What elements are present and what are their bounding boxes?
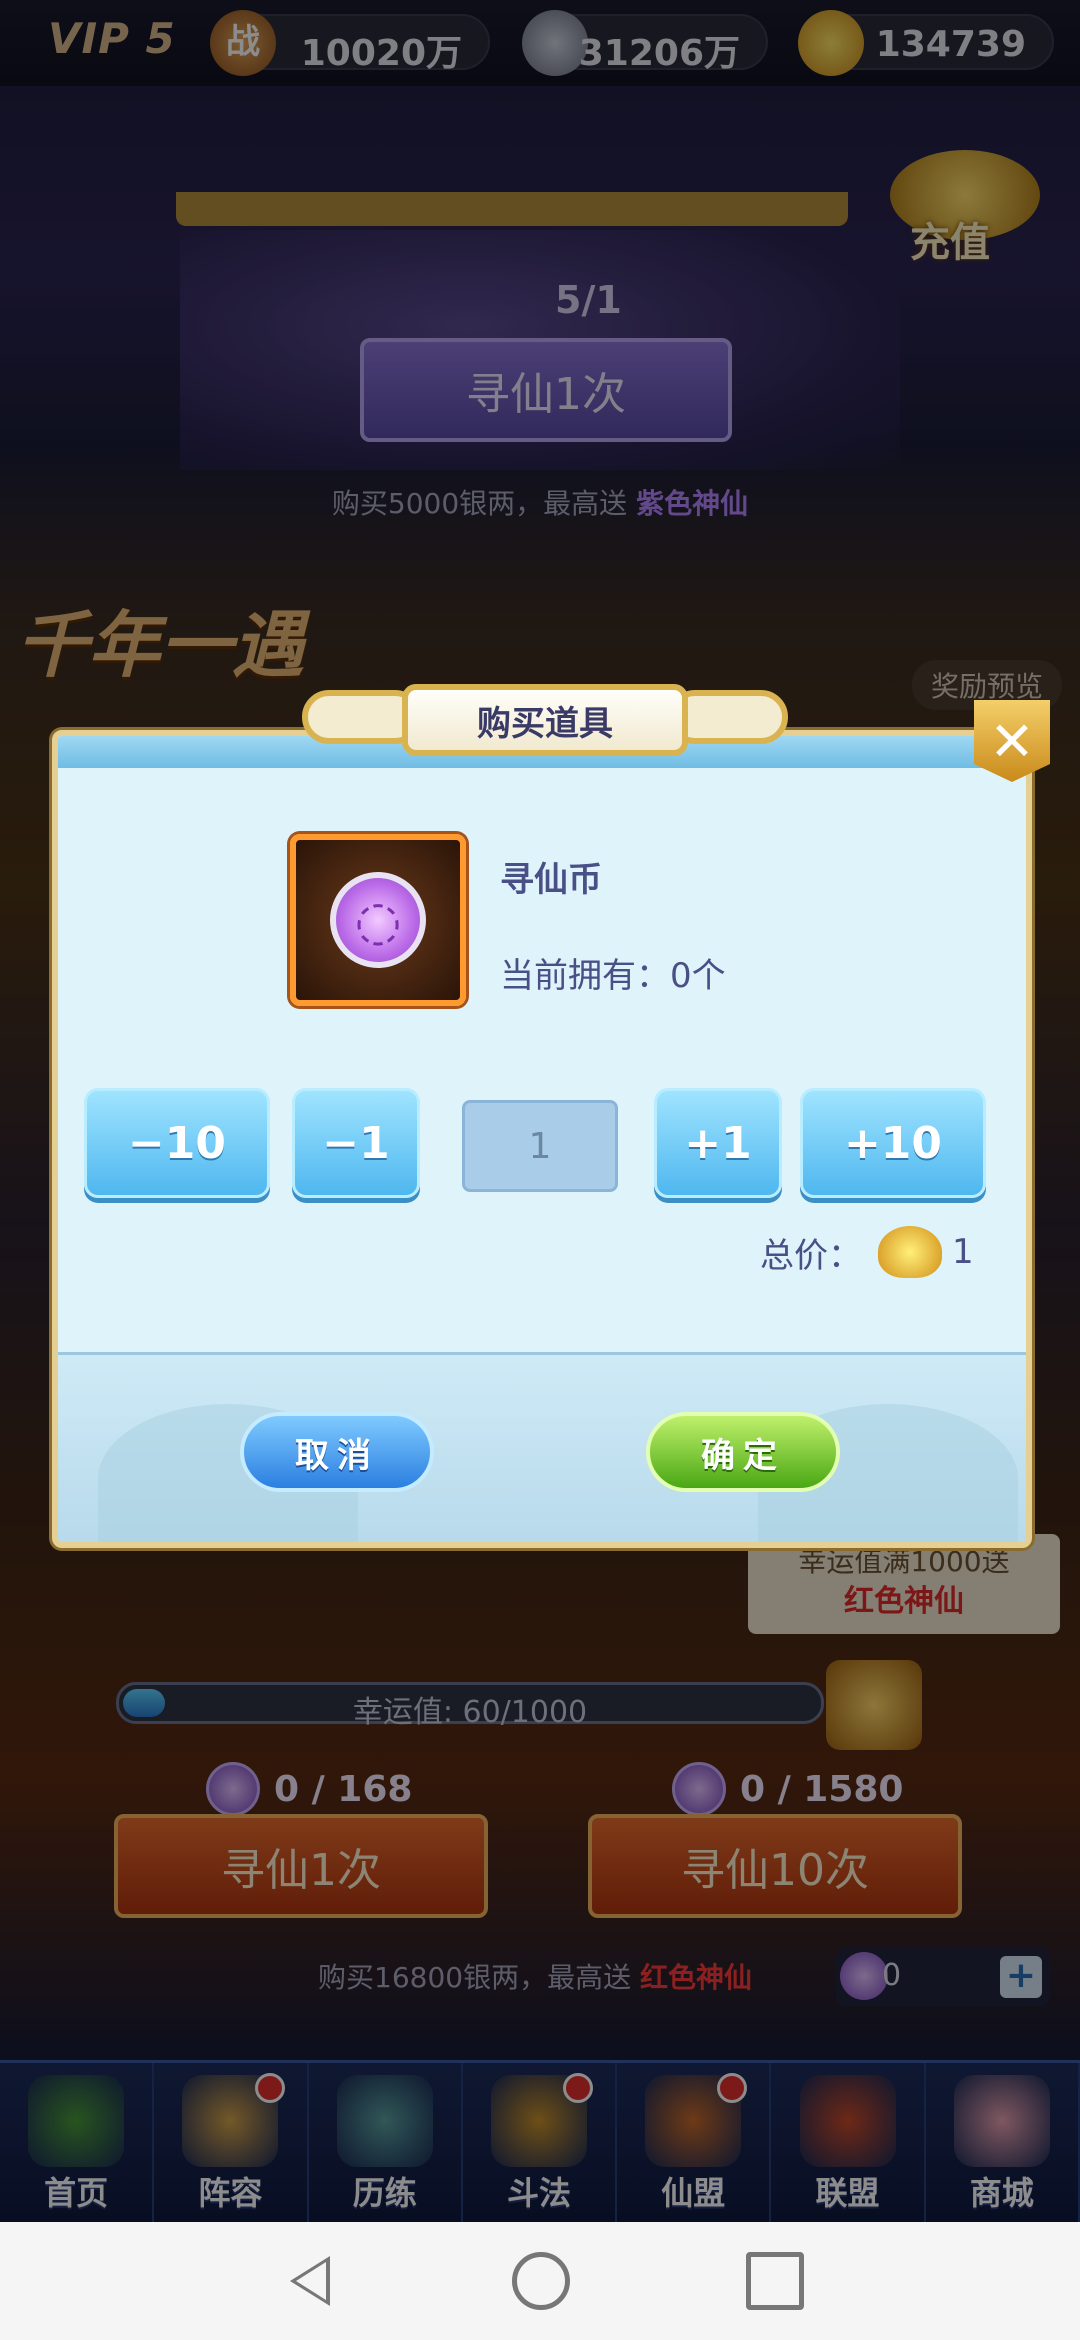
back-icon[interactable] <box>282 2252 340 2310</box>
gold-ingot-icon <box>878 1226 942 1278</box>
system-nav-bar <box>0 2222 1080 2340</box>
close-icon: ✕ <box>989 709 1035 773</box>
item-name: 寻仙币 <box>500 860 602 900</box>
cancel-button[interactable]: 取消 <box>240 1412 434 1492</box>
minus-1-button[interactable]: −1 <box>292 1088 420 1198</box>
seek-coin-icon: ◌ <box>330 872 426 968</box>
total-price: 总价： 1 <box>760 1226 974 1278</box>
plus-1-button[interactable]: +1 <box>654 1088 782 1198</box>
dialog-title: 购买道具 <box>402 684 688 756</box>
total-value: 1 <box>952 1232 974 1272</box>
owned-count: 当前拥有：0个 <box>500 956 726 996</box>
recent-apps-icon[interactable] <box>746 2252 804 2310</box>
plus-10-button[interactable]: +10 <box>800 1088 986 1198</box>
minus-10-button[interactable]: −10 <box>84 1088 270 1198</box>
item-icon: ◌ <box>290 834 466 1006</box>
home-icon[interactable] <box>512 2252 570 2310</box>
dialog-footer-area <box>58 1352 1026 1542</box>
quantity-input[interactable]: 1 <box>462 1100 618 1192</box>
confirm-button[interactable]: 确定 <box>646 1412 840 1492</box>
total-label: 总价： <box>760 1235 862 1276</box>
